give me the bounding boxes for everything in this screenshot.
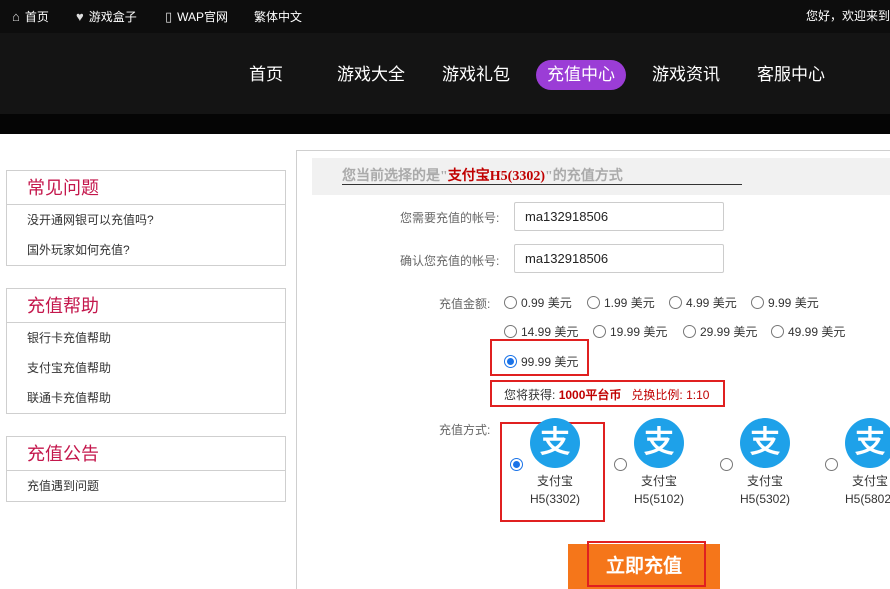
radio-icon <box>771 325 784 338</box>
gain-text: 您将获得: 1000平台币 兑换比例: 1:10 <box>504 386 709 403</box>
radio-icon <box>504 325 517 338</box>
sidebar-faq-item[interactable]: 没开通网银可以充值吗? <box>7 205 285 235</box>
method-name: 支付宝 <box>536 474 573 488</box>
nav-recharge[interactable]: 充值中心 <box>536 60 626 90</box>
alipay-icon: 支 <box>740 418 790 468</box>
nav-gifts[interactable]: 游戏礼包 <box>437 60 515 90</box>
radio-icon <box>669 296 682 309</box>
amount-option-label: 14.99 美元 <box>521 325 579 339</box>
banner-prefix: 您当前选择的是" <box>342 169 448 184</box>
radio-icon <box>587 296 600 309</box>
method-name: 支付宝 <box>640 474 677 488</box>
top-link-home[interactable]: ⌂ 首页 <box>12 0 49 33</box>
amount-label: 充值金额: <box>439 297 491 311</box>
radio-icon <box>504 296 517 309</box>
radio-icon <box>614 458 627 471</box>
radio-icon <box>683 325 696 338</box>
nav-service[interactable]: 客服中心 <box>752 60 830 90</box>
top-link-wap-label: WAP官网 <box>177 10 229 24</box>
amount-option-label: 19.99 美元 <box>610 325 668 339</box>
method-code: H5(3302) <box>529 492 581 506</box>
amount-option-label: 49.99 美元 <box>788 325 846 339</box>
method-code: H5(5302) <box>739 492 791 506</box>
top-link-wap[interactable]: ▯ WAP官网 <box>165 0 228 33</box>
banner-suffix: "的充值方式 <box>545 169 623 184</box>
amount-option[interactable]: 1.99 美元 <box>587 294 655 311</box>
nav-home[interactable]: 首页 <box>236 60 296 90</box>
method-code: H5(5802) <box>844 492 890 506</box>
sidebar-help-title: 充值帮助 <box>7 289 285 323</box>
method-label: 充值方式: <box>439 423 491 437</box>
amount-option[interactable]: 49.99 美元 <box>771 323 845 340</box>
method-name: 支付宝 <box>851 474 888 488</box>
main-nav: 首页 游戏大全 游戏礼包 充值中心 游戏资讯 客服中心 <box>0 33 890 134</box>
top-link-home-label: 首页 <box>24 10 49 24</box>
top-bar: ⌂ 首页 ♥ 游戏盒子 ▯ WAP官网 繁体中文 您好，欢迎来到 <box>0 0 890 33</box>
nav-news[interactable]: 游戏资讯 <box>647 60 725 90</box>
radio-icon <box>593 325 606 338</box>
gain-value: 1000平台币 <box>558 388 622 402</box>
amount-option[interactable]: 19.99 美元 <box>593 323 667 340</box>
amount-option-selected[interactable]: 99.99 美元 <box>504 353 578 370</box>
method-name: 支付宝 <box>746 474 783 488</box>
submit-highlight <box>587 541 706 587</box>
method-banner-text: 您当前选择的是"支付宝H5(3302)"的充值方式 <box>342 165 623 185</box>
payment-method-option[interactable]: 支 支付宝 H5(5802) <box>815 418 890 518</box>
alipay-icon: 支 <box>530 418 580 468</box>
sidebar-help-item[interactable]: 联通卡充值帮助 <box>7 383 285 413</box>
phone-icon: ▯ <box>165 8 173 24</box>
home-icon: ⌂ <box>12 9 20 24</box>
method-code: H5(5102) <box>633 492 685 506</box>
radio-icon <box>825 458 838 471</box>
sidebar-help-item[interactable]: 银行卡充值帮助 <box>7 323 285 353</box>
sidebar-notice: 充值公告 充值遇到问题 <box>6 436 286 502</box>
gain-prefix: 您将获得: <box>504 388 556 402</box>
amount-option-label: 1.99 美元 <box>604 296 655 310</box>
amount-option[interactable]: 29.99 美元 <box>683 323 757 340</box>
top-link-gamebox[interactable]: ♥ 游戏盒子 <box>76 0 137 33</box>
payment-method-option[interactable]: 支 支付宝 H5(5302) <box>710 418 810 518</box>
confirm-account-label: 确认您充值的帐号: <box>400 254 500 268</box>
sidebar-faq-item[interactable]: 国外玩家如何充值? <box>7 235 285 265</box>
amount-option-label: 99.99 美元 <box>521 355 579 369</box>
amount-option[interactable]: 0.99 美元 <box>504 294 572 311</box>
payment-method-option[interactable]: 支 支付宝 H5(3302) <box>500 418 600 518</box>
alipay-icon: 支 <box>634 418 684 468</box>
sidebar-notice-title: 充值公告 <box>7 437 285 471</box>
amount-option[interactable]: 9.99 美元 <box>751 294 819 311</box>
sidebar-help-item[interactable]: 支付宝充值帮助 <box>7 353 285 383</box>
top-link-traditional[interactable]: 繁体中文 <box>254 0 302 33</box>
top-link-traditional-label: 繁体中文 <box>254 10 303 24</box>
sidebar-notice-item[interactable]: 充值遇到问题 <box>7 471 285 501</box>
account-label: 您需要充值的帐号: <box>400 211 500 225</box>
banner-method: 支付宝H5(3302) <box>447 169 545 184</box>
radio-checked-icon <box>510 458 523 471</box>
top-link-gamebox-label: 游戏盒子 <box>88 10 137 24</box>
exchange-ratio: 兑换比例: 1:10 <box>631 388 710 402</box>
nav-divider-band <box>0 114 890 134</box>
amount-option[interactable]: 14.99 美元 <box>504 323 578 340</box>
amount-option-label: 9.99 美元 <box>768 296 819 310</box>
payment-method-option[interactable]: 支 支付宝 H5(5102) <box>604 418 704 518</box>
radio-icon <box>720 458 733 471</box>
sidebar-faq: 常见问题 没开通网银可以充值吗? 国外玩家如何充值? <box>6 170 286 266</box>
amount-option-label: 4.99 美元 <box>686 296 737 310</box>
banner-underline <box>342 184 742 185</box>
radio-checked-icon <box>504 355 517 368</box>
greeting-text: 您好，欢迎来到 <box>805 9 890 23</box>
nav-games[interactable]: 游戏大全 <box>332 60 410 90</box>
confirm-account-input[interactable]: ma132918506 <box>514 244 724 273</box>
sidebar-help: 充值帮助 银行卡充值帮助 支付宝充值帮助 联通卡充值帮助 <box>6 288 286 414</box>
amount-option[interactable]: 4.99 美元 <box>669 294 737 311</box>
alipay-icon: 支 <box>845 418 890 468</box>
sidebar-faq-title: 常见问题 <box>7 171 285 205</box>
heart-icon: ♥ <box>76 9 84 24</box>
radio-icon <box>751 296 764 309</box>
amount-option-label: 0.99 美元 <box>521 296 572 310</box>
amount-option-label: 29.99 美元 <box>700 325 758 339</box>
account-input[interactable]: ma132918506 <box>514 202 724 231</box>
